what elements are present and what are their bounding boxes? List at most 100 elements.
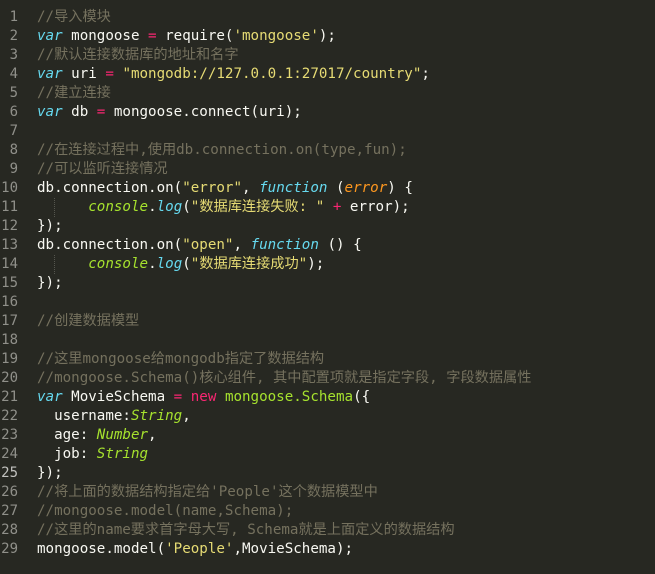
- code-line[interactable]: 10 db.connection.on("error", function (er…: [0, 179, 655, 198]
- line-number: 9: [9, 161, 18, 177]
- code-text: //在连接过程中,使用db.connection.on(type,fun);: [37, 141, 407, 160]
- line-number: 6: [9, 104, 18, 120]
- code-line[interactable]: 28 //这里的name要求首字母大写, Schema就是上面定义的数据结构: [0, 521, 655, 540]
- code-line[interactable]: 25});: [0, 464, 655, 483]
- token-string: 'People': [165, 541, 234, 557]
- code-line[interactable]: 1 //导入模块: [0, 8, 655, 27]
- token-type: String: [96, 446, 149, 462]
- code-line[interactable]: 14 console.log("数据库连接成功");: [0, 255, 655, 274]
- token-plain: db: [62, 104, 97, 120]
- line-number: 21: [1, 389, 18, 405]
- line-number: 8: [9, 142, 18, 158]
- code-line[interactable]: 22 username:String,: [0, 407, 655, 426]
- code-line[interactable]: 26 //将上面的数据结构指定给'People'这个数据模型中: [0, 483, 655, 502]
- token-plain: uri: [62, 66, 106, 82]
- code-line[interactable]: 12});: [0, 217, 655, 236]
- token-plain: MovieSchema: [62, 389, 174, 405]
- token-plain: (: [182, 256, 191, 272]
- token-param: error: [344, 180, 388, 196]
- line-number: 29: [1, 541, 18, 557]
- code-text: db.connection.on("error", function (erro…: [37, 179, 413, 198]
- line-number: 7: [9, 123, 18, 139]
- code-text: console.log("数据库连接成功");: [37, 255, 324, 274]
- token-comment: //将上面的数据结构指定给'People'这个数据模型中: [37, 484, 378, 500]
- token-plain: () {: [318, 237, 362, 253]
- line-number: 13: [1, 237, 18, 253]
- token-string: "数据库连接成功": [190, 256, 308, 272]
- code-line[interactable]: 23 age: Number,: [0, 426, 655, 445]
- code-line[interactable]: 16: [0, 293, 655, 312]
- token-comment: //这里的name要求首字母大写, Schema就是上面定义的数据结构: [37, 522, 455, 538]
- token-type: Number: [96, 427, 149, 443]
- code-line[interactable]: 2 var mongoose = require('mongoose');: [0, 27, 655, 46]
- line-number: 12: [1, 218, 18, 234]
- code-line[interactable]: 19 //这里mongoose给mongodb指定了数据结构: [0, 350, 655, 369]
- code-text: job: String: [37, 445, 148, 464]
- code-line[interactable]: 27 //mongoose.model(name,Schema);: [0, 502, 655, 521]
- token-operator: new: [190, 389, 217, 405]
- token-plain: );: [318, 28, 336, 44]
- token-string: "数据库连接失败: ": [190, 199, 325, 215]
- token-plain: ,: [233, 237, 251, 253]
- token-plain: mongoose.connect(uri);: [105, 104, 302, 120]
- code-line[interactable]: 18: [0, 331, 655, 350]
- token-plain: ,: [148, 427, 157, 443]
- code-text: mongoose.model('People',MovieSchema);: [37, 540, 353, 559]
- token-keyword: log: [156, 199, 183, 215]
- line-number: 16: [1, 294, 18, 310]
- line-number: 1: [9, 9, 18, 25]
- code-text: //将上面的数据结构指定给'People'这个数据模型中: [37, 483, 378, 502]
- code-text: //这里的name要求首字母大写, Schema就是上面定义的数据结构: [37, 521, 455, 540]
- code-line[interactable]: 15});: [0, 274, 655, 293]
- code-area[interactable]: 1 //导入模块 2 var mongoose = require('mongoose…: [0, 8, 655, 559]
- token-builtin: console: [88, 199, 149, 215]
- code-text: });: [37, 274, 63, 293]
- code-line[interactable]: 6 var db = mongoose.connect(uri);: [0, 103, 655, 122]
- line-number: 17: [1, 313, 18, 329]
- code-line[interactable]: 21 var MovieSchema = new mongoose.Schema(…: [0, 388, 655, 407]
- code-text: //mongoose.Schema()核心组件, 其中配置项就是指定字段, 字段…: [37, 369, 531, 388]
- line-number: 4: [9, 66, 18, 82]
- token-plain: });: [37, 275, 63, 291]
- code-line[interactable]: 4 var uri = "mongodb://127.0.0.1:27017/co…: [0, 65, 655, 84]
- token-plain: mongoose: [62, 28, 149, 44]
- code-line[interactable]: 9 //可以监听连接情况: [0, 160, 655, 179]
- token-comment: //这里mongoose给mongodb指定了数据结构: [37, 351, 325, 367]
- line-number: 22: [1, 408, 18, 424]
- line-number: 26: [1, 484, 18, 500]
- token-string: 'mongoose': [233, 28, 319, 44]
- token-keyword: var: [37, 389, 63, 405]
- token-plain: mongoose.model(: [37, 541, 166, 557]
- code-line[interactable]: 20 //mongoose.Schema()核心组件, 其中配置项就是指定字段, …: [0, 369, 655, 388]
- line-number: 3: [9, 47, 18, 63]
- code-line[interactable]: 13 db.connection.on("open", function () {: [0, 236, 655, 255]
- token-plain: ;: [421, 66, 430, 82]
- code-line[interactable]: 3 //默认连接数据库的地址和名字: [0, 46, 655, 65]
- code-editor[interactable]: 1 //导入模块 2 var mongoose = require('mongoose…: [0, 0, 655, 574]
- code-line[interactable]: 17 //创建数据模型: [0, 312, 655, 331]
- code-text: age: Number,: [37, 426, 157, 445]
- code-text: //可以监听连接情况: [37, 160, 168, 179]
- code-line[interactable]: 11 console.log("数据库连接失败: " + error);: [0, 198, 655, 217]
- token-class: mongoose.Schema: [224, 389, 354, 405]
- code-text: db.connection.on("open", function () {: [37, 236, 362, 255]
- code-line[interactable]: 29 mongoose.model('People',MovieSchema);: [0, 540, 655, 559]
- code-text: var MovieSchema = new mongoose.Schema({: [37, 388, 370, 407]
- code-line[interactable]: 7: [0, 122, 655, 141]
- line-number: 18: [1, 332, 18, 348]
- token-builtin: console: [88, 256, 149, 272]
- code-text: //创建数据模型: [37, 312, 139, 331]
- line-number: 27: [1, 503, 18, 519]
- code-line[interactable]: 5 //建立连接: [0, 84, 655, 103]
- line-number: 23: [1, 427, 18, 443]
- code-text: });: [37, 217, 63, 236]
- code-line[interactable]: 8 //在连接过程中,使用db.connection.on(type,fun);: [0, 141, 655, 160]
- code-line[interactable]: 24 job: String: [0, 445, 655, 464]
- line-number: 15: [1, 275, 18, 291]
- token-plain: db.connection.on(: [37, 180, 183, 196]
